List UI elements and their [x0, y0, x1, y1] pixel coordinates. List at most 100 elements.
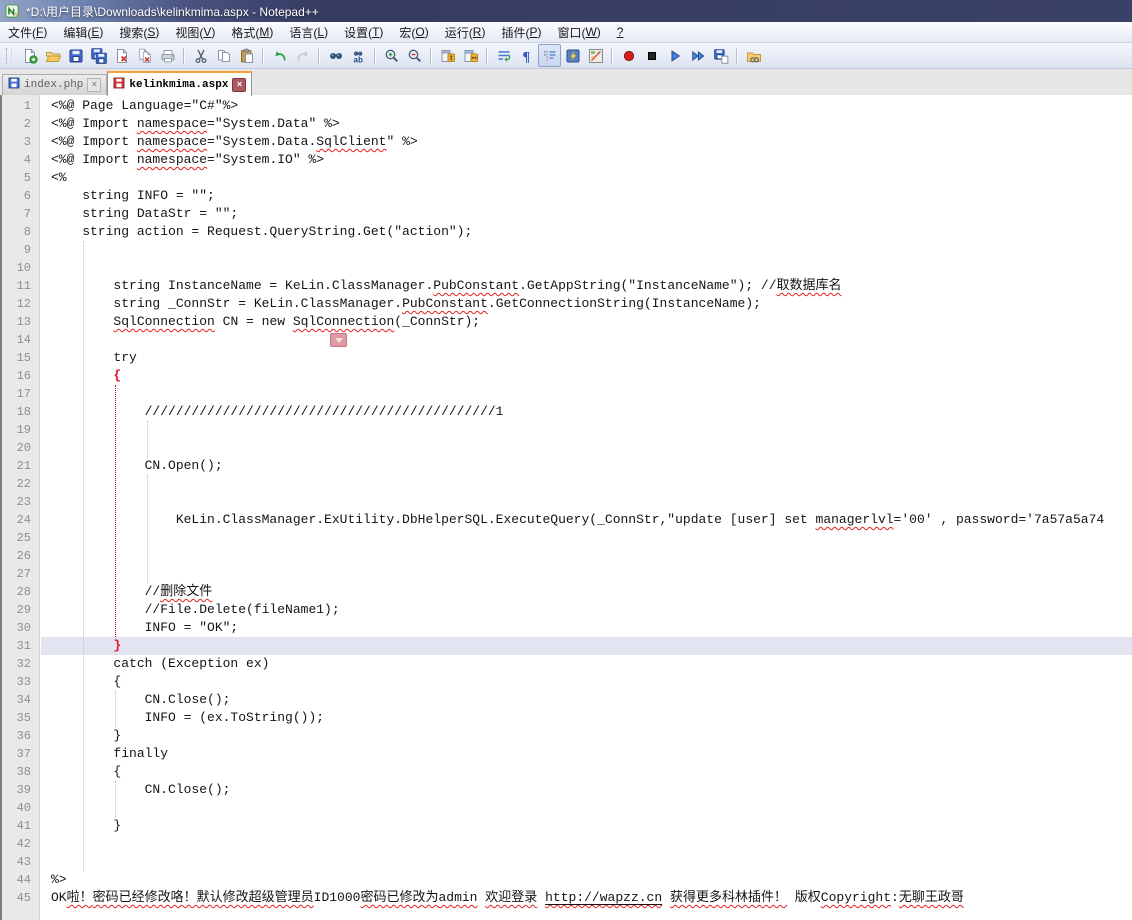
toolbar-separator	[374, 48, 376, 64]
line-number: 31	[2, 637, 39, 655]
macro-record-button[interactable]	[617, 44, 640, 67]
menu-run[interactable]: 运行(R)	[437, 22, 494, 42]
replace-button[interactable]: ab	[347, 44, 370, 67]
code-line: CN.Close();	[41, 781, 1132, 799]
open-file-button[interactable]	[41, 44, 64, 67]
line-number: 13	[2, 313, 39, 331]
spellcheck-suggestion-button[interactable]	[330, 333, 347, 347]
macro-save-button[interactable]	[709, 44, 732, 67]
code-line	[41, 439, 1132, 457]
menu-language[interactable]: 语言(L)	[281, 22, 336, 42]
zoom-out-button[interactable]	[403, 44, 426, 67]
menu-search[interactable]: 搜索(S)	[111, 22, 167, 42]
line-number: 34	[2, 691, 39, 709]
cut-button[interactable]	[189, 44, 212, 67]
macro-play-button[interactable]	[663, 44, 686, 67]
line-number: 6	[2, 187, 39, 205]
close-all-button[interactable]	[133, 44, 156, 67]
show-all-characters-button[interactable]: ¶	[515, 44, 538, 67]
word-wrap-button[interactable]	[492, 44, 515, 67]
code-line: finally	[41, 745, 1132, 763]
find-button[interactable]	[324, 44, 347, 67]
code-line: SqlConnection CN = new SqlConnection(_Co…	[41, 313, 1132, 331]
line-number: 14	[2, 331, 39, 349]
tab-close-icon[interactable]: ×	[87, 78, 101, 92]
paste-button[interactable]	[235, 44, 258, 67]
line-number: 4	[2, 151, 39, 169]
line-number: 2	[2, 115, 39, 133]
document-map-button[interactable]	[584, 44, 607, 67]
line-number: 35	[2, 709, 39, 727]
line-number: 16	[2, 367, 39, 385]
toolbar-grip[interactable]	[6, 48, 12, 64]
toolbar-separator	[430, 48, 432, 64]
code-area[interactable]: <%@ Page Language="C#"%><%@ Import names…	[41, 95, 1132, 907]
redo-button[interactable]	[291, 44, 314, 67]
line-number: 10	[2, 259, 39, 277]
line-number: 24	[2, 511, 39, 529]
code-line	[41, 835, 1132, 853]
line-number: 22	[2, 475, 39, 493]
unsaved-file-icon	[113, 77, 125, 93]
window-title: *D:\用户目录\Downloads\kelinkmima.aspx - Not…	[26, 3, 319, 20]
line-number: 3	[2, 133, 39, 151]
saved-file-icon	[8, 77, 20, 93]
sync-vertical-scroll-button[interactable]	[436, 44, 459, 67]
menu-macro[interactable]: 宏(O)	[391, 22, 436, 42]
toolbar-separator	[183, 48, 185, 64]
code-line	[41, 331, 1132, 349]
code-line: try	[41, 349, 1132, 367]
menu-settings[interactable]: 设置(T)	[336, 22, 391, 42]
line-number: 28	[2, 583, 39, 601]
line-number: 36	[2, 727, 39, 745]
macro-stop-button[interactable]	[640, 44, 663, 67]
show-indent-guide-button[interactable]	[538, 44, 561, 67]
menu-edit[interactable]: 编辑(E)	[55, 22, 111, 42]
function-list-button[interactable]	[561, 44, 584, 67]
code-line: }	[41, 727, 1132, 745]
code-line: string action = Request.QueryString.Get(…	[41, 223, 1132, 241]
indent-guide-line	[147, 475, 148, 583]
menu-encoding[interactable]: 格式(M)	[223, 22, 281, 42]
line-number: 12	[2, 295, 39, 313]
macro-run-multiple-button[interactable]	[686, 44, 709, 67]
tab-kelinkmima-aspx[interactable]: kelinkmima.aspx×	[107, 71, 252, 96]
save-all-button[interactable]	[87, 44, 110, 67]
undo-button[interactable]	[268, 44, 291, 67]
print-button[interactable]	[156, 44, 179, 67]
title-bar: *D:\用户目录\Downloads\kelinkmima.aspx - Not…	[0, 0, 1132, 22]
notepad-plus-plus-window: *D:\用户目录\Downloads\kelinkmima.aspx - Not…	[0, 0, 1132, 920]
toolbar-separator	[486, 48, 488, 64]
notepad-plus-plus-icon[interactable]	[5, 4, 20, 19]
code-line: //删除文件	[41, 583, 1132, 601]
text-editor-area[interactable]: 1234567891011121314151617181920212223242…	[0, 95, 1132, 920]
menu-window[interactable]: 窗口(W)	[549, 22, 608, 42]
code-line: OK啦！密码已经修改咯！默认修改超级管理员ID1000密码已修改为admin 欢…	[41, 889, 1132, 907]
folder-link-button[interactable]	[742, 44, 765, 67]
line-number: 29	[2, 601, 39, 619]
menu-file[interactable]: 文件(F)	[0, 22, 55, 42]
menu-view[interactable]: 视图(V)	[167, 22, 223, 42]
save-file-button[interactable]	[64, 44, 87, 67]
menu-plugins[interactable]: 插件(P)	[493, 22, 549, 42]
code-line: <%	[41, 169, 1132, 187]
zoom-in-button[interactable]	[380, 44, 403, 67]
code-line: <%@ Page Language="C#"%>	[41, 97, 1132, 115]
tab-close-icon[interactable]: ×	[232, 78, 246, 92]
line-number: 5	[2, 169, 39, 187]
line-number: 7	[2, 205, 39, 223]
sync-horizontal-scroll-button[interactable]	[459, 44, 482, 67]
svg-text:¶: ¶	[522, 50, 530, 64]
indent-guide-line	[115, 781, 116, 817]
code-line	[41, 799, 1132, 817]
line-number: 38	[2, 763, 39, 781]
copy-button[interactable]	[212, 44, 235, 67]
code-line: catch (Exception ex)	[41, 655, 1132, 673]
menu-help[interactable]: ?	[609, 22, 632, 42]
tab-index-php[interactable]: index.php×	[2, 74, 107, 95]
svg-text:ab: ab	[353, 55, 362, 64]
new-file-button[interactable]	[18, 44, 41, 67]
line-number-margin[interactable]: 1234567891011121314151617181920212223242…	[2, 95, 40, 920]
code-line	[41, 853, 1132, 871]
close-file-button[interactable]	[110, 44, 133, 67]
